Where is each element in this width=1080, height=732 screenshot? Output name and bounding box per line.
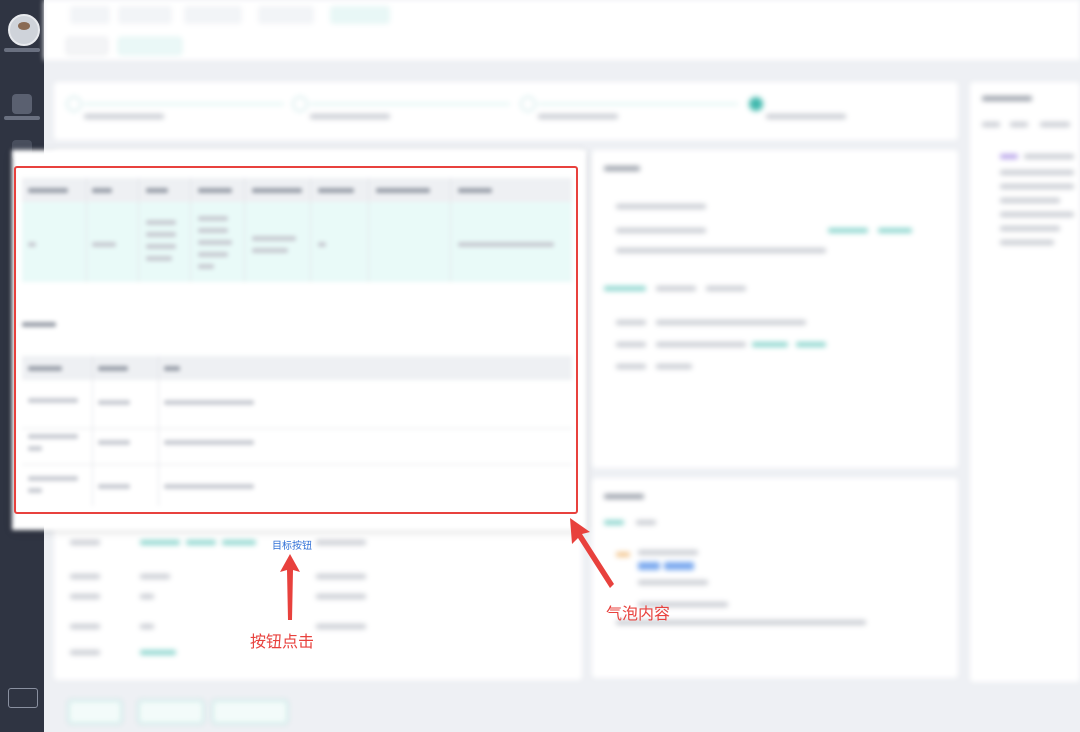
bubble-highlight-box <box>14 166 578 514</box>
side-row <box>1000 170 1074 175</box>
field-value <box>656 320 806 325</box>
info-link[interactable] <box>878 228 912 233</box>
form-link[interactable] <box>140 650 176 655</box>
form-label <box>316 594 366 599</box>
info-link[interactable] <box>828 228 868 233</box>
customer-card <box>592 478 958 678</box>
info-row <box>616 228 706 233</box>
step-connector <box>310 103 510 105</box>
form-value <box>140 594 154 599</box>
button-click-label: 按钮点击 <box>250 634 315 651</box>
tab[interactable] <box>70 6 110 24</box>
footer-button[interactable] <box>138 700 204 724</box>
step-caption <box>84 114 164 119</box>
side-tab <box>1010 122 1028 127</box>
step-caption <box>766 114 846 119</box>
field-label <box>616 364 646 369</box>
filter-chip-active[interactable] <box>118 37 182 55</box>
customer-name <box>638 550 698 555</box>
info-tab[interactable] <box>656 286 696 291</box>
form-link[interactable] <box>222 540 256 545</box>
form-link[interactable] <box>140 540 180 545</box>
form-value <box>140 624 154 629</box>
info-row <box>616 248 826 253</box>
form-label <box>316 624 366 629</box>
step-dot <box>292 96 308 112</box>
info-tab[interactable] <box>706 286 746 291</box>
form-label <box>70 624 100 629</box>
footer-button[interactable] <box>68 700 122 724</box>
nav-bottom-icon[interactable] <box>8 688 38 708</box>
step-dot <box>66 96 82 112</box>
field-link[interactable] <box>796 342 826 347</box>
card-title <box>604 494 644 499</box>
info-card <box>592 150 958 468</box>
tab-bar <box>44 0 1080 31</box>
field-value <box>656 364 692 369</box>
progress-steps-card <box>54 82 958 140</box>
side-tab <box>982 122 1000 127</box>
form-label <box>316 540 366 545</box>
arrow-up-icon <box>280 554 300 620</box>
side-row <box>1024 154 1074 159</box>
info-row <box>616 204 706 209</box>
customer-tag <box>616 552 630 557</box>
filter-chip[interactable] <box>66 37 108 55</box>
step-dot <box>520 96 536 112</box>
tab-active[interactable] <box>330 6 390 24</box>
side-badge <box>1000 154 1018 159</box>
customer-tab[interactable] <box>636 520 656 525</box>
field-value <box>656 342 746 347</box>
form-label <box>70 650 100 655</box>
customer-badge <box>664 562 694 570</box>
user-avatar[interactable] <box>8 14 40 46</box>
side-row <box>1000 198 1060 203</box>
form-label <box>316 574 366 579</box>
sub-bar <box>44 30 1080 60</box>
side-row <box>1000 212 1074 217</box>
side-record-card <box>970 82 1080 682</box>
step-connector <box>84 103 284 105</box>
form-value <box>140 574 170 579</box>
field-label <box>616 320 646 325</box>
side-title <box>982 96 1032 101</box>
step-dot-active <box>748 96 764 112</box>
card-title <box>604 166 640 171</box>
tab[interactable] <box>118 6 172 24</box>
form-label <box>70 574 100 579</box>
info-tab-active[interactable] <box>604 286 646 291</box>
nav-label-placeholder <box>4 48 40 52</box>
form-label <box>70 594 100 599</box>
side-row <box>1000 240 1054 245</box>
step-caption <box>538 114 618 119</box>
arrow-up-left-icon <box>570 518 614 588</box>
form-label <box>70 540 100 545</box>
step-connector <box>538 103 738 105</box>
field-link[interactable] <box>752 342 788 347</box>
footer-button[interactable] <box>212 700 288 724</box>
side-tab <box>1040 122 1070 127</box>
customer-row <box>638 580 708 585</box>
form-link[interactable] <box>186 540 216 545</box>
nav-label-placeholder <box>4 116 40 120</box>
step-caption <box>310 114 390 119</box>
bubble-content-label: 气泡内容 <box>606 606 671 623</box>
customer-badge <box>638 562 660 570</box>
field-label <box>616 342 646 347</box>
side-row <box>1000 184 1074 189</box>
side-row <box>1000 226 1060 231</box>
nav-icon[interactable] <box>12 94 32 114</box>
tab[interactable] <box>184 6 242 24</box>
tab[interactable] <box>258 6 314 24</box>
